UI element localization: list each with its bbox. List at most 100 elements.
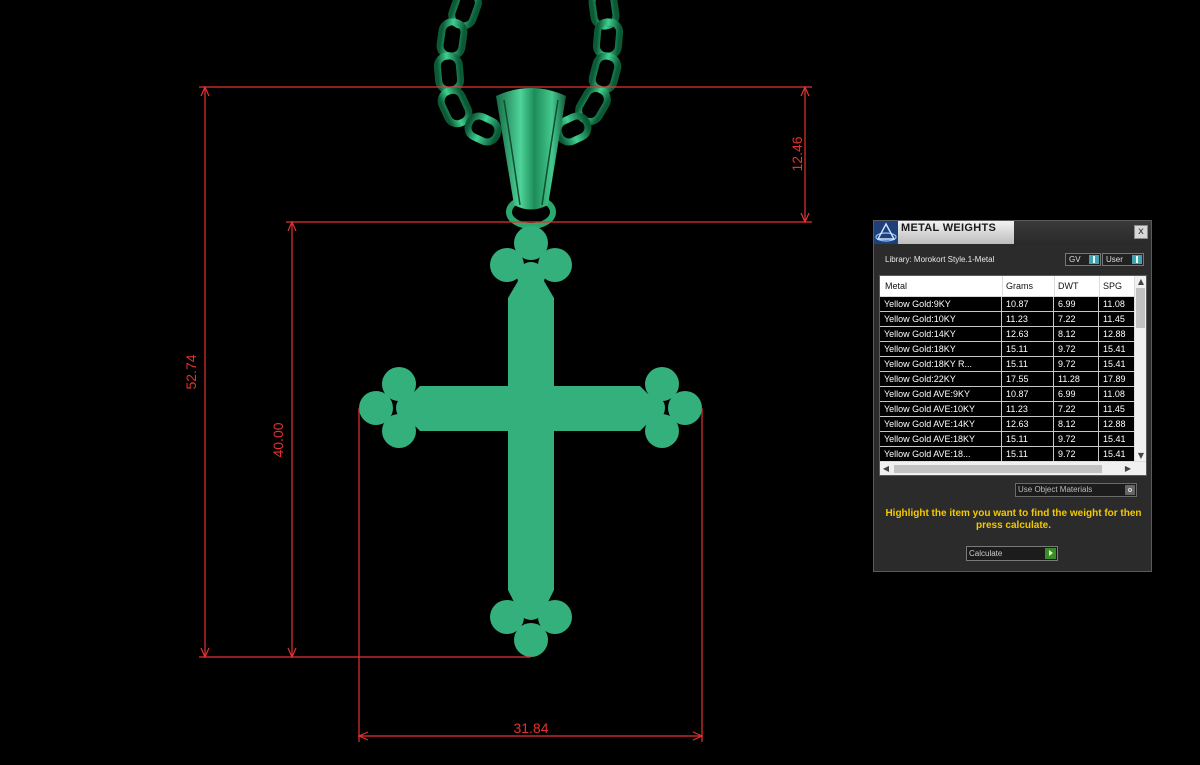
instruction-text: Highlight the item you want to find the … xyxy=(885,508,1142,531)
dimension-overall-height: 52.74 xyxy=(183,354,199,389)
column-header-spg[interactable]: SPG xyxy=(1103,281,1122,291)
table-header: Metal Grams DWT SPG xyxy=(880,276,1134,297)
cell-grams: 15.11 xyxy=(1002,432,1054,446)
column-divider xyxy=(1002,276,1003,296)
toggle-icon xyxy=(1132,255,1142,264)
cell-grams: 15.11 xyxy=(1002,447,1054,461)
close-icon[interactable]: x xyxy=(1134,225,1148,239)
cell-metal: Yellow Gold AVE:10KY xyxy=(880,402,1002,416)
column-divider xyxy=(1099,276,1100,296)
metal-weights-panel: METAL WEIGHTS x Library: Morokort Style.… xyxy=(873,220,1152,572)
table-row[interactable]: Yellow Gold:10KY 11.23 7.22 11.45 xyxy=(880,312,1134,327)
cell-grams: 12.63 xyxy=(1002,417,1054,431)
cell-spg: 11.45 xyxy=(1103,404,1125,414)
column-header-metal[interactable]: Metal xyxy=(885,281,907,291)
radio-icon xyxy=(1125,485,1135,495)
table-row[interactable]: Yellow Gold AVE:18... 15.11 9.72 15.41 xyxy=(880,447,1134,462)
library-label: Library: Morokort Style.1-Metal xyxy=(885,255,995,264)
cross-pendant xyxy=(359,226,702,657)
gv-label: GV xyxy=(1069,255,1081,264)
table-row[interactable]: Yellow Gold AVE:14KY 12.63 8.12 12.88 xyxy=(880,417,1134,432)
user-toggle-button[interactable]: User xyxy=(1102,253,1144,266)
dimension-cross-height: 40.00 xyxy=(270,422,286,457)
column-header-grams[interactable]: Grams xyxy=(1006,281,1033,291)
cell-metal: Yellow Gold AVE:18... xyxy=(880,447,1002,461)
cell-spg: 11.08 xyxy=(1103,299,1125,309)
cell-spg: 12.88 xyxy=(1103,329,1126,339)
pendant-bail xyxy=(496,88,566,229)
cell-spg: 17.89 xyxy=(1103,374,1126,384)
cell-grams: 15.11 xyxy=(1002,342,1054,356)
user-label: User xyxy=(1106,255,1123,264)
cell-metal: Yellow Gold:22KY xyxy=(880,372,1002,386)
cell-grams: 10.87 xyxy=(1002,387,1054,401)
metal-table: Metal Grams DWT SPG Yellow Gold:9KY 10.87… xyxy=(879,275,1147,476)
column-header-dwt[interactable]: DWT xyxy=(1058,281,1079,291)
cell-dwt: 6.99 xyxy=(1054,387,1099,401)
vertical-scrollbar[interactable]: ▲ ▼ xyxy=(1134,276,1146,461)
cell-metal: Yellow Gold AVE:9KY xyxy=(880,387,1002,401)
app-logo-icon xyxy=(874,221,898,244)
cell-dwt: 9.72 xyxy=(1054,432,1099,446)
cell-spg: 15.41 xyxy=(1103,434,1126,444)
use-object-materials-toggle[interactable]: Use Object Materials xyxy=(1015,483,1137,497)
table-row[interactable]: Yellow Gold:9KY 10.87 6.99 11.08 xyxy=(880,297,1134,312)
cell-spg: 11.45 xyxy=(1103,314,1125,324)
table-body: Yellow Gold:9KY 10.87 6.99 11.08 Yellow Gold… xyxy=(880,297,1134,462)
toggle-icon xyxy=(1089,255,1099,264)
dimension-cross-width: 31.84 xyxy=(513,720,548,736)
table-row[interactable]: Yellow Gold:18KY R... 15.11 9.72 15.41 xyxy=(880,357,1134,372)
gv-toggle-button[interactable]: GV xyxy=(1065,253,1101,266)
cell-dwt: 6.99 xyxy=(1054,297,1099,311)
cell-grams: 12.63 xyxy=(1002,327,1054,341)
cell-dwt: 9.72 xyxy=(1054,357,1099,371)
panel-title: METAL WEIGHTS xyxy=(901,222,997,234)
table-row[interactable]: Yellow Gold:22KY 17.55 11.28 17.89 xyxy=(880,372,1134,387)
cell-dwt: 8.12 xyxy=(1054,327,1099,341)
cell-dwt: 7.22 xyxy=(1054,312,1099,326)
cell-metal: Yellow Gold AVE:18KY xyxy=(880,432,1002,446)
cell-metal: Yellow Gold:18KY R... xyxy=(880,357,1002,371)
cell-dwt: 8.12 xyxy=(1054,417,1099,431)
cell-metal: Yellow Gold:10KY xyxy=(880,312,1002,326)
scroll-up-icon[interactable]: ▲ xyxy=(1135,277,1146,286)
table-row[interactable]: Yellow Gold:14KY 12.63 8.12 12.88 xyxy=(880,327,1134,342)
cell-grams: 17.55 xyxy=(1002,372,1054,386)
cell-grams: 11.23 xyxy=(1002,312,1054,326)
panel-titlebar[interactable]: METAL WEIGHTS x xyxy=(874,221,1151,244)
cell-metal: Yellow Gold AVE:14KY xyxy=(880,417,1002,431)
table-row[interactable]: Yellow Gold AVE:18KY 15.11 9.72 15.41 xyxy=(880,432,1134,447)
cell-grams: 11.23 xyxy=(1002,402,1054,416)
use-object-materials-label: Use Object Materials xyxy=(1018,485,1093,494)
cell-spg: 15.41 xyxy=(1103,359,1126,369)
table-row[interactable]: Yellow Gold AVE:9KY 10.87 6.99 11.08 xyxy=(880,387,1134,402)
cell-metal: Yellow Gold:9KY xyxy=(880,297,1002,311)
cell-grams: 15.11 xyxy=(1002,357,1054,371)
scroll-down-icon[interactable]: ▼ xyxy=(1135,451,1146,460)
cell-metal: Yellow Gold:18KY xyxy=(880,342,1002,356)
cell-dwt: 9.72 xyxy=(1054,447,1099,461)
play-arrow-icon xyxy=(1045,548,1056,559)
cell-spg: 11.08 xyxy=(1103,389,1125,399)
calculate-button[interactable]: Calculate xyxy=(966,546,1058,561)
cell-dwt: 11.28 xyxy=(1054,372,1099,386)
scroll-right-icon[interactable]: ▶ xyxy=(1122,464,1134,473)
cell-dwt: 9.72 xyxy=(1054,342,1099,356)
horizontal-scrollbar[interactable]: ◀ ▶ xyxy=(880,461,1146,475)
cell-spg: 15.41 xyxy=(1103,449,1126,459)
cell-spg: 15.41 xyxy=(1103,344,1126,354)
table-row[interactable]: Yellow Gold:18KY 15.11 9.72 15.41 xyxy=(880,342,1134,357)
scroll-thumb[interactable] xyxy=(1136,288,1145,328)
scroll-thumb[interactable] xyxy=(894,465,1102,473)
table-row[interactable]: Yellow Gold AVE:10KY 11.23 7.22 11.45 xyxy=(880,402,1134,417)
column-divider xyxy=(1054,276,1055,296)
cell-grams: 10.87 xyxy=(1002,297,1054,311)
calculate-label: Calculate xyxy=(969,549,1003,558)
cell-spg: 12.88 xyxy=(1103,419,1126,429)
cell-dwt: 7.22 xyxy=(1054,402,1099,416)
dimension-bail-height: 12.46 xyxy=(789,136,805,171)
chain-left xyxy=(433,0,502,146)
cell-metal: Yellow Gold:14KY xyxy=(880,327,1002,341)
scroll-left-icon[interactable]: ◀ xyxy=(880,464,892,473)
chain-right xyxy=(554,0,624,146)
